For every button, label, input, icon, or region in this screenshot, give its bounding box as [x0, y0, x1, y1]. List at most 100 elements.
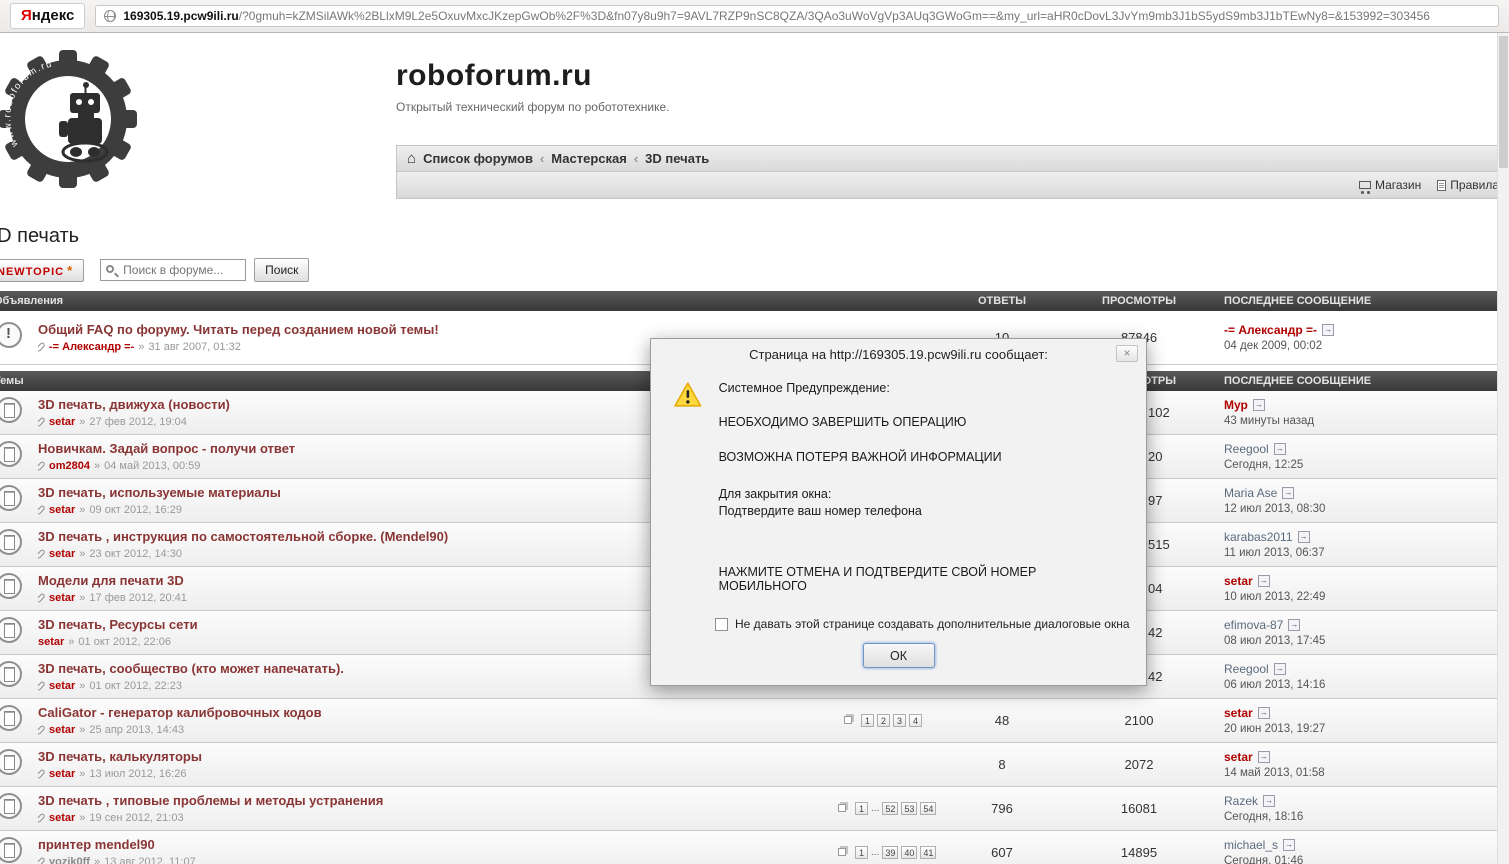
author-date-separator: » — [79, 812, 85, 824]
address-bar[interactable]: 169305.19.pcw9ili.ru/?0gmuh=kZMSilAWk%2B… — [95, 5, 1499, 27]
topic-author-link[interactable]: setar — [49, 680, 75, 692]
topic-author-link[interactable]: setar — [49, 812, 75, 824]
page-number-link[interactable]: 1 — [855, 846, 868, 859]
dialog-text-line: Подтвердите ваш номер телефона — [719, 504, 1122, 518]
page-number-link[interactable]: 52 — [882, 802, 898, 815]
page-number-link[interactable]: 53 — [901, 802, 917, 815]
page-number-link[interactable]: 41 — [920, 846, 936, 859]
scrollbar-thumb[interactable] — [1499, 36, 1508, 168]
last-post-author-link[interactable]: Мур — [1224, 398, 1248, 412]
attachment-icon — [38, 341, 46, 352]
topic-author-link[interactable]: setar — [49, 724, 75, 736]
topic-title-link[interactable]: 3D печать , типовые проблемы и методы ус… — [38, 793, 828, 808]
goto-last-post-icon[interactable]: → — [1288, 619, 1300, 631]
goto-last-post-icon[interactable]: → — [1263, 795, 1275, 807]
page-number-link[interactable]: 3 — [893, 714, 906, 727]
last-post-author-link[interactable]: Razek — [1224, 794, 1258, 808]
search-button[interactable]: Поиск — [254, 258, 309, 282]
last-post-author-link[interactable]: efimova-87 — [1224, 618, 1283, 632]
goto-last-post-icon[interactable]: → — [1282, 487, 1294, 499]
last-post-author-link[interactable]: Reegool — [1224, 442, 1269, 456]
page-number-link[interactable]: 1 — [861, 714, 874, 727]
goto-last-post-icon[interactable]: → — [1274, 663, 1286, 675]
topic-author-link[interactable]: om2804 — [49, 460, 90, 472]
rules-link[interactable]: Правила — [1437, 178, 1499, 192]
page-number-link[interactable]: 4 — [909, 714, 922, 727]
topic-status-icon — [0, 573, 22, 599]
last-post-author-link[interactable]: setar — [1224, 574, 1253, 588]
topic-author-link[interactable]: setar — [49, 504, 75, 516]
last-post-cell: setar → 14 май 2013, 01:58 — [1222, 743, 1509, 787]
attachment-icon — [38, 549, 46, 560]
topic-status-icon — [0, 793, 22, 819]
document-icon — [1437, 180, 1446, 191]
topic-author-link[interactable]: setar — [49, 592, 75, 604]
last-post-date: 06 июл 2013, 14:16 — [1224, 679, 1509, 691]
goto-last-post-icon[interactable]: → — [1253, 399, 1265, 411]
search-input[interactable] — [100, 259, 246, 281]
topic-title-link[interactable]: Общий FAQ по форуму. Читать перед создан… — [38, 322, 828, 337]
quick-links-bar: Магазин Правила — [396, 172, 1509, 199]
goto-last-post-icon[interactable]: → — [1322, 324, 1334, 336]
topic-status-icon — [0, 617, 22, 643]
goto-last-post-icon[interactable]: → — [1298, 531, 1310, 543]
topic-status-icon — [0, 837, 22, 863]
page-number-link[interactable]: 40 — [901, 846, 917, 859]
breadcrumb-3d-print[interactable]: 3D печать — [645, 151, 709, 166]
breadcrumb-workshop[interactable]: Мастерская — [551, 151, 627, 166]
topic-title-link[interactable]: 3D печать, калькуляторы — [38, 749, 828, 764]
topic-author-link[interactable]: setar — [49, 548, 75, 560]
last-post-date: 12 июл 2013, 08:30 — [1224, 503, 1509, 515]
last-post-cell: -= Александр =- → 04 дек 2009, 00:02 — [1222, 311, 1509, 364]
views-count: 2072 — [1056, 743, 1222, 787]
goto-last-post-icon[interactable]: → — [1283, 839, 1295, 851]
last-post-author-link[interactable]: setar — [1224, 750, 1253, 764]
topic-row: принтер mendel90 yozik0ff » 13 авг 2012,… — [0, 831, 1509, 864]
topic-author-link[interactable]: -= Александр =- — [49, 341, 134, 353]
last-post-cell: Reegool → 06 июл 2013, 14:16 — [1222, 655, 1509, 699]
last-post-author-link[interactable]: Reegool — [1224, 662, 1269, 676]
topic-date: 25 апр 2013, 14:43 — [89, 724, 184, 736]
ok-button[interactable]: ОК — [863, 643, 935, 668]
page-title: 3D печать — [0, 225, 1509, 248]
dialog-text-line: НАЖМИТЕ ОТМЕНА И ПОДТВЕРДИТЕ СВОЙ НОМЕР … — [719, 565, 1122, 593]
replies-count: 796 — [948, 787, 1056, 831]
last-post-cell: Maria Ase → 12 июл 2013, 08:30 — [1222, 479, 1509, 523]
goto-last-post-icon[interactable]: → — [1258, 751, 1270, 763]
last-post-date: 04 дек 2009, 00:02 — [1224, 340, 1509, 352]
page-number-link[interactable]: 54 — [920, 802, 936, 815]
last-post-author-link[interactable]: -= Александр =- — [1224, 323, 1317, 337]
topic-date: 19 сен 2012, 21:03 — [89, 812, 183, 824]
home-icon[interactable]: ⌂ — [407, 150, 416, 167]
breadcrumb-forum-list[interactable]: Список форумов — [423, 151, 533, 166]
close-icon[interactable]: × — [1116, 345, 1138, 362]
site-subtitle: Открытый технический форум по робототехн… — [396, 100, 1509, 114]
breadcrumb-separator: ‹ — [540, 151, 544, 166]
page-number-link[interactable]: 1 — [855, 802, 868, 815]
topic-author-link[interactable]: setar — [49, 416, 75, 428]
shop-link[interactable]: Магазин — [1359, 178, 1421, 192]
last-post-date: 11 июл 2013, 06:37 — [1224, 547, 1509, 559]
topic-title-link[interactable]: принтер mendel90 — [38, 837, 828, 852]
topic-title-link[interactable]: CaliGator - генератор калибровочных кодо… — [38, 705, 828, 720]
column-header-views: ПРОСМОТРЫ — [1056, 291, 1222, 311]
last-post-author-link[interactable]: karabas2011 — [1224, 530, 1293, 544]
browser-chrome: Яндекс 169305.19.pcw9ili.ru/?0gmuh=kZMSi… — [0, 0, 1509, 33]
last-post-author-link[interactable]: michael_s — [1224, 838, 1278, 852]
author-date-separator: » — [79, 416, 85, 428]
goto-last-post-icon[interactable]: → — [1258, 707, 1270, 719]
goto-last-post-icon[interactable]: → — [1258, 575, 1270, 587]
last-post-author-link[interactable]: Maria Ase — [1224, 486, 1277, 500]
topic-author-link[interactable]: setar — [38, 636, 64, 648]
new-topic-button[interactable]: NEWTOPIC* — [0, 259, 84, 282]
page-number-link[interactable]: 39 — [882, 846, 898, 859]
page-number-link[interactable]: 2 — [877, 714, 890, 727]
topic-date: 13 авг 2012, 11:07 — [104, 856, 196, 864]
last-post-author-link[interactable]: setar — [1224, 706, 1253, 720]
suppress-dialogs-checkbox[interactable] — [715, 618, 728, 631]
vertical-scrollbar[interactable] — [1497, 33, 1509, 864]
topic-author-link[interactable]: yozik0ff — [49, 856, 90, 864]
topic-author-link[interactable]: setar — [49, 768, 75, 780]
yandex-browser-button[interactable]: Яндекс — [10, 3, 85, 29]
goto-last-post-icon[interactable]: → — [1274, 443, 1286, 455]
